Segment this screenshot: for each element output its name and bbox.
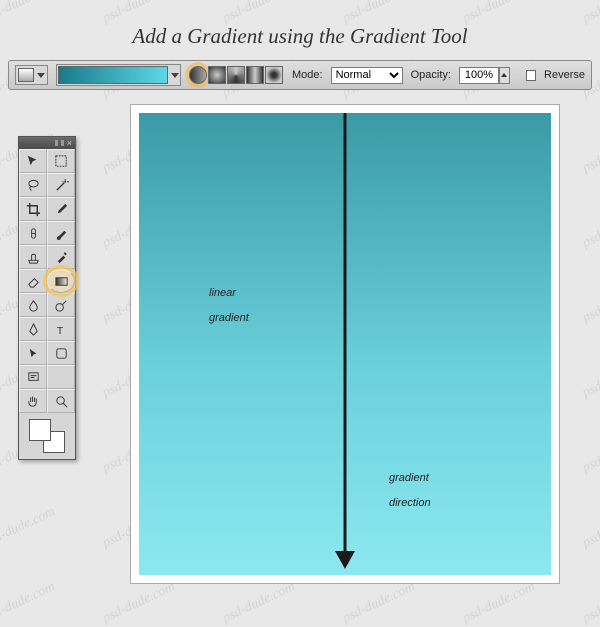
close-icon[interactable]: × — [67, 139, 72, 148]
annotation-linear: lineargradient — [209, 278, 249, 328]
blend-mode-select[interactable]: Normal — [331, 67, 403, 84]
chevron-down-icon — [171, 73, 179, 78]
direction-arrow-line — [344, 113, 347, 553]
path-select-tool[interactable] — [19, 341, 47, 365]
palette-header[interactable]: × — [19, 137, 75, 149]
history-brush-tool[interactable] — [47, 245, 75, 269]
dodge-tool[interactable] — [47, 293, 75, 317]
reverse-label: Reverse — [544, 69, 585, 81]
annotation-direction: gradientdirection — [389, 463, 431, 513]
clone-stamp-tool[interactable] — [19, 245, 47, 269]
reverse-checkbox[interactable] — [526, 70, 536, 81]
chevron-down-icon — [37, 73, 45, 78]
opacity-stepper[interactable] — [499, 67, 510, 84]
pen-tool[interactable] — [19, 317, 47, 341]
color-swatches — [19, 413, 75, 459]
tools-grid: T — [19, 149, 75, 413]
radial-gradient-button[interactable] — [208, 66, 226, 84]
eraser-tool[interactable] — [19, 269, 47, 293]
angle-gradient-button[interactable] — [227, 66, 245, 84]
zoom-tool[interactable] — [47, 389, 75, 413]
lasso-tool[interactable] — [19, 173, 47, 197]
empty-slot — [47, 365, 75, 389]
crop-tool[interactable] — [19, 197, 47, 221]
opacity-label: Opacity: — [411, 69, 451, 81]
magic-wand-tool[interactable] — [47, 173, 75, 197]
canvas[interactable]: lineargradient gradientdirection — [139, 113, 551, 575]
reflected-gradient-button[interactable] — [246, 66, 264, 84]
tool-preset-picker[interactable] — [15, 65, 48, 85]
diamond-gradient-button[interactable] — [265, 66, 283, 84]
gradient-options-bar: Mode: Normal Opacity: 100% Reverse — [8, 60, 592, 90]
gradient-preset-icon — [18, 68, 34, 82]
linear-gradient-button[interactable] — [189, 66, 207, 84]
marquee-tool[interactable] — [47, 149, 75, 173]
type-tool[interactable]: T — [47, 317, 75, 341]
shape-tool[interactable] — [47, 341, 75, 365]
page-title: Add a Gradient using the Gradient Tool — [0, 24, 600, 49]
gradient-editor-swatch[interactable] — [56, 64, 181, 86]
blur-tool[interactable] — [19, 293, 47, 317]
move-tool[interactable] — [19, 149, 47, 173]
brush-tool[interactable] — [47, 221, 75, 245]
arrow-down-icon — [335, 551, 355, 569]
eyedropper-tool[interactable] — [47, 197, 75, 221]
gradient-preview — [58, 66, 168, 84]
opacity-input[interactable]: 100% — [459, 67, 499, 84]
gradient-tool[interactable] — [47, 269, 75, 293]
foreground-color-swatch[interactable] — [29, 419, 51, 441]
tools-palette: × T — [18, 136, 76, 460]
gradient-type-group — [189, 66, 284, 84]
svg-text:T: T — [56, 326, 63, 337]
hand-tool[interactable] — [19, 389, 47, 413]
healing-brush-tool[interactable] — [19, 221, 47, 245]
notes-tool[interactable] — [19, 365, 47, 389]
document-window: lineargradient gradientdirection — [130, 104, 560, 584]
caret-icon — [501, 73, 507, 77]
mode-label: Mode: — [292, 69, 323, 81]
